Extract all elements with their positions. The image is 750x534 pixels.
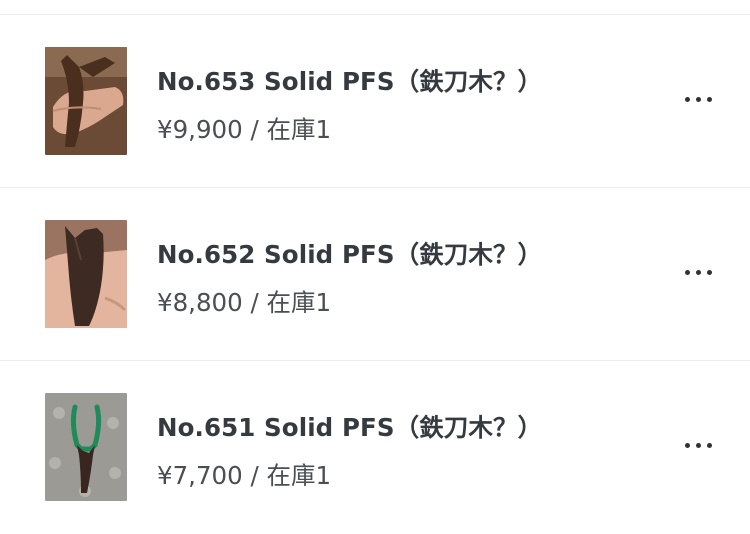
- more-options-button[interactable]: [672, 258, 724, 286]
- list-item-651[interactable]: No.651 Solid PFS（鉄刀木？） ¥7,700 / 在庫1: [0, 361, 750, 534]
- more-options-button[interactable]: [672, 85, 724, 113]
- slingshot-photo-icon: [45, 47, 127, 155]
- slingshot-photo-icon: [45, 393, 127, 501]
- product-thumbnail[interactable]: [45, 47, 127, 155]
- more-horizontal-icon-dot: [706, 269, 712, 275]
- product-thumbnail[interactable]: [45, 393, 127, 501]
- product-thumbnail[interactable]: [45, 220, 127, 328]
- more-horizontal-icon-dot: [695, 96, 701, 102]
- more-horizontal-icon-dot: [695, 442, 701, 448]
- more-horizontal-icon: [684, 96, 690, 102]
- more-horizontal-icon-dot: [706, 96, 712, 102]
- product-price-stock: ¥9,900 / 在庫1: [157, 115, 332, 144]
- more-horizontal-icon-dot: [706, 442, 712, 448]
- more-options-button[interactable]: [672, 431, 724, 459]
- more-horizontal-icon: [684, 442, 690, 448]
- slingshot-photo-icon: [45, 220, 127, 328]
- product-price-stock: ¥8,800 / 在庫1: [157, 288, 332, 317]
- product-price-stock: ¥7,700 / 在庫1: [157, 461, 332, 490]
- list-item-652[interactable]: No.652 Solid PFS（鉄刀木？） ¥8,800 / 在庫1: [0, 188, 750, 361]
- product-title[interactable]: No.652 Solid PFS（鉄刀木？）: [157, 236, 542, 271]
- product-title[interactable]: No.651 Solid PFS（鉄刀木？）: [157, 409, 542, 444]
- product-title[interactable]: No.653 Solid PFS（鉄刀木？）: [157, 63, 542, 98]
- more-horizontal-icon: [684, 269, 690, 275]
- more-horizontal-icon-dot: [695, 269, 701, 275]
- list-item-653[interactable]: No.653 Solid PFS（鉄刀木？） ¥9,900 / 在庫1: [0, 15, 750, 188]
- product-list: No.653 Solid PFS（鉄刀木？） ¥9,900 / 在庫1 No.6…: [0, 15, 750, 534]
